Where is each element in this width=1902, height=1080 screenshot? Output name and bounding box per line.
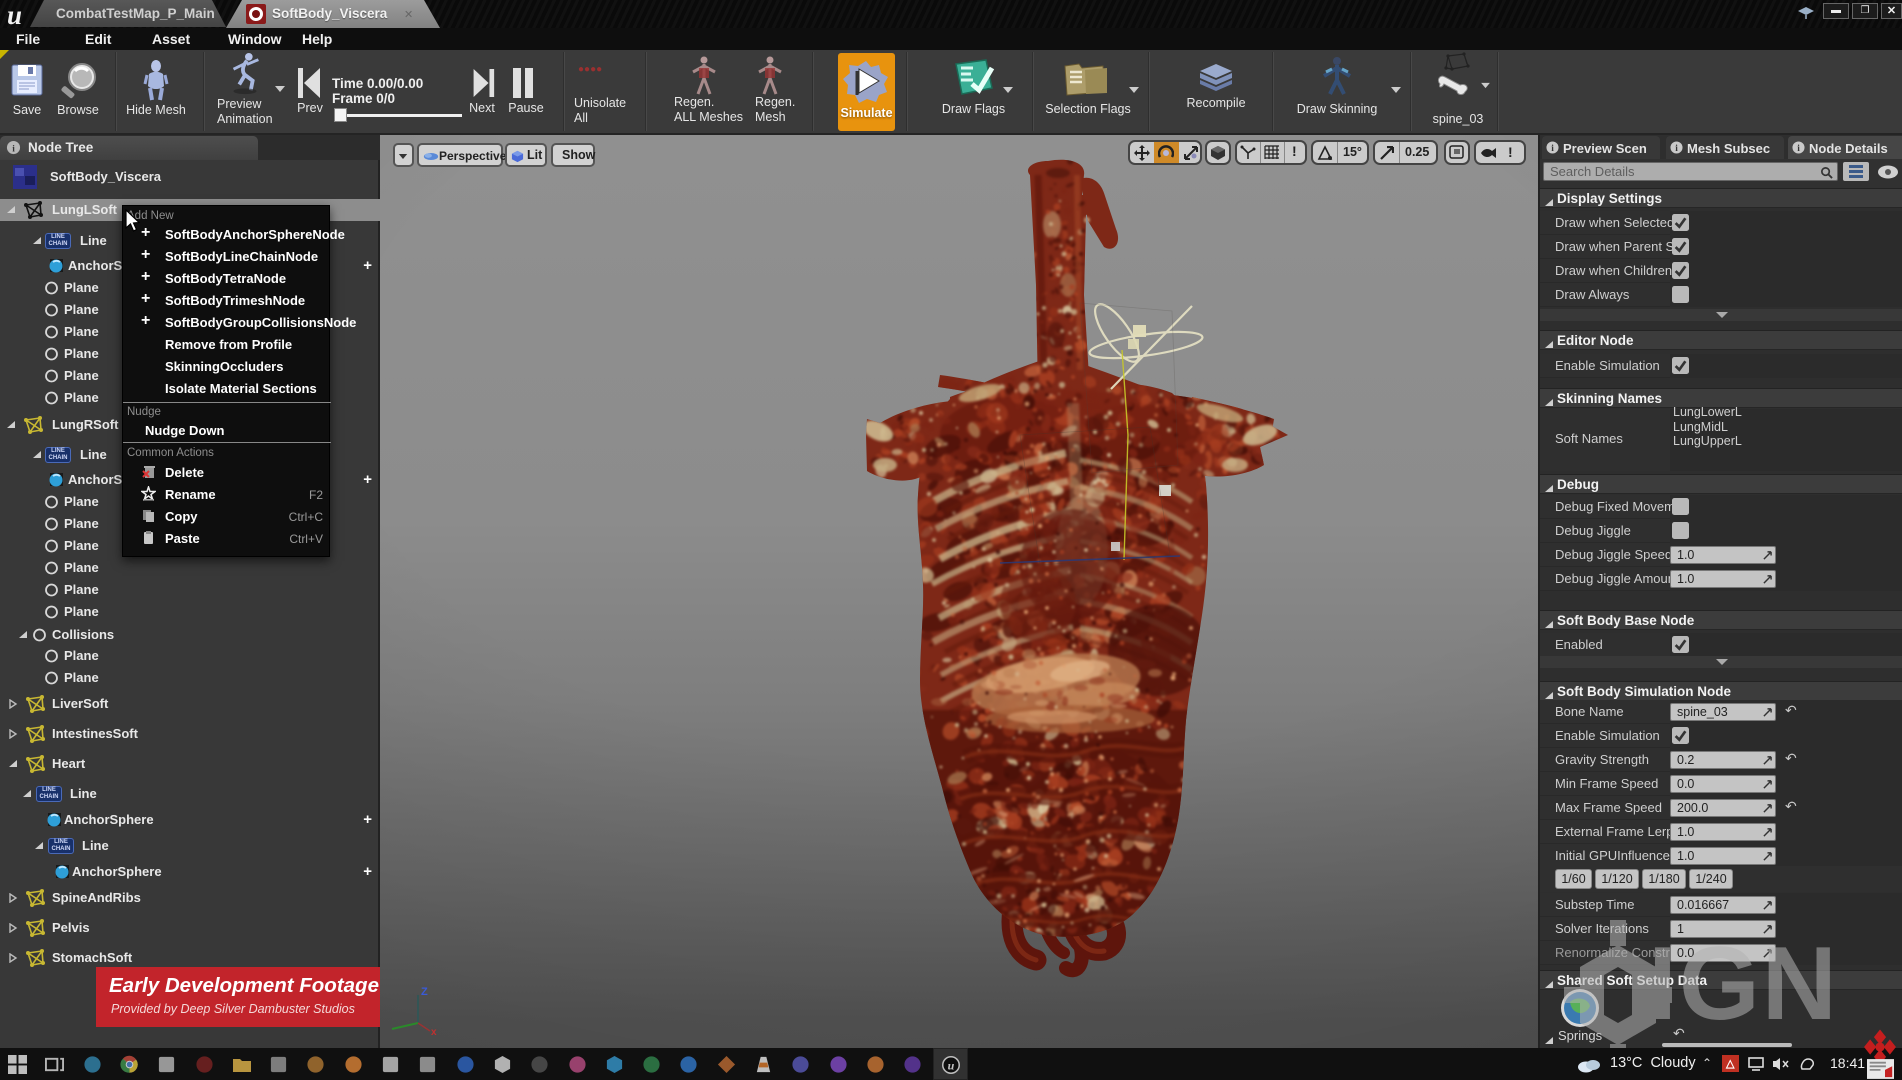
svg-text:i: i <box>12 144 15 154</box>
svg-text:i: i <box>1675 144 1678 154</box>
svg-text:u: u <box>7 0 22 28</box>
svg-text:Z: Z <box>421 986 428 998</box>
svg-text:i: i <box>1797 144 1800 154</box>
svg-text:i: i <box>1551 144 1554 154</box>
svg-text:u: u <box>947 1059 954 1073</box>
svg-text:x: x <box>431 1027 437 1035</box>
